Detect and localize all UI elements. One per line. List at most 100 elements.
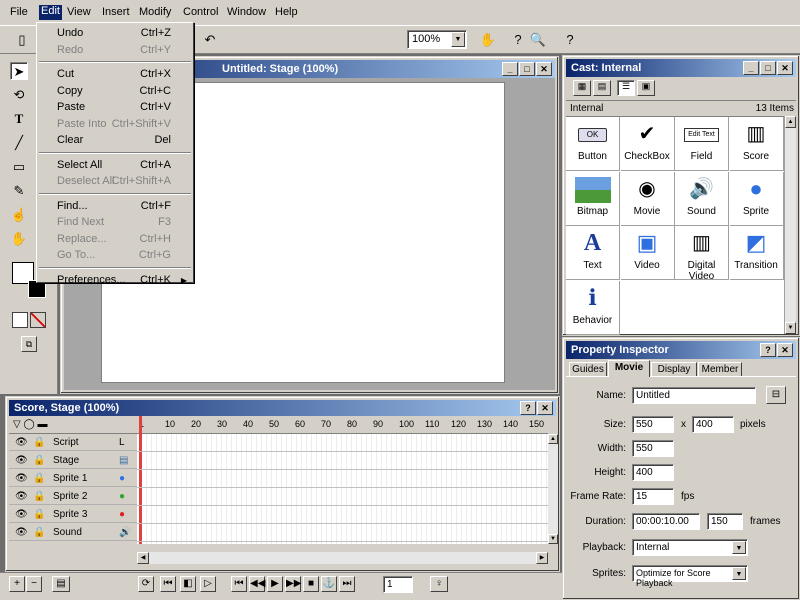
cast-member-field[interactable]: Edit Text Field — [675, 117, 729, 171]
help-icon[interactable]: ? — [520, 401, 536, 415]
menu-item-cut[interactable]: Cut Ctrl+X — [39, 66, 191, 83]
loop-icon[interactable]: ⟳ — [138, 576, 154, 592]
close-icon[interactable]: ✕ — [536, 62, 552, 76]
zoom-icon[interactable]: 🔍 — [528, 30, 548, 50]
menu-item-replace[interactable]: Replace... Ctrl+H — [39, 231, 191, 248]
menu-control[interactable]: Control — [183, 6, 218, 18]
cast-member-score[interactable]: ▥ Score — [729, 117, 784, 171]
pattern-icon[interactable] — [12, 312, 28, 328]
duration-field[interactable]: 00:00:10.00 — [632, 513, 700, 530]
size-width-field[interactable]: 550 — [632, 416, 674, 433]
maximize-icon[interactable]: □ — [519, 62, 535, 76]
minimize-icon[interactable]: _ — [502, 62, 518, 76]
menu-item-paste[interactable]: Paste Ctrl+V — [39, 99, 191, 116]
rectangle-tool-icon[interactable]: ▭ — [10, 158, 28, 176]
cast-member-video[interactable]: ▣ Video — [620, 226, 675, 280]
scroll-down-icon[interactable]: ▼ — [548, 534, 558, 544]
stop-icon[interactable]: ■ — [303, 576, 319, 592]
channel-sprite-1[interactable]: 👁 🔒 Sprite 1 ● — [9, 470, 137, 487]
cast-member-sprite[interactable]: ● Sprite — [729, 171, 784, 226]
lock-icon[interactable]: 🔒 — [33, 470, 45, 487]
cast-scrollbar[interactable]: ▲ ▼ — [784, 116, 796, 334]
play-icon[interactable]: ▶ — [267, 576, 283, 592]
minus-bar-icon[interactable]: ▬ — [37, 419, 47, 430]
keyframe-icon[interactable]: ♀ — [430, 576, 448, 592]
menu-item-deselect-all[interactable]: Deselect All Ctrl+Shift+A — [39, 173, 191, 190]
hand-tool-icon[interactable]: ✋ — [10, 230, 28, 248]
close-icon[interactable]: ✕ — [777, 61, 793, 75]
height-field[interactable]: 400 — [632, 464, 674, 481]
line-tool-icon[interactable]: ╱ — [10, 134, 28, 152]
width-field[interactable]: 550 — [632, 440, 674, 457]
line-weight-icon[interactable]: ⧉ — [21, 336, 37, 352]
question-icon[interactable]: ? — [508, 30, 528, 50]
channel-stage[interactable]: 👁 🔒 Stage ▤ — [9, 452, 137, 469]
menu-help[interactable]: Help — [275, 6, 298, 18]
menu-item-preferences[interactable]: Preferences... Ctrl+K ▶ — [39, 272, 191, 289]
menu-file[interactable]: File — [10, 6, 28, 18]
score-hscroll[interactable]: ◀ ▶ — [137, 552, 548, 564]
scroll-up-icon[interactable]: ▲ — [548, 434, 558, 444]
sprites-select[interactable]: Optimize for Score Playback ▼ — [632, 565, 748, 588]
tab-display[interactable]: Display — [651, 362, 697, 377]
menu-item-copy[interactable]: Copy Ctrl+C — [39, 83, 191, 100]
menu-insert[interactable]: Insert — [102, 6, 130, 18]
channel-script[interactable]: 👁 🔒 Script L — [9, 434, 137, 451]
maximize-icon[interactable]: □ — [760, 61, 776, 75]
menu-modify[interactable]: Modify — [139, 6, 171, 18]
menu-item-go-to[interactable]: Go To... Ctrl+G — [39, 247, 191, 264]
step-backward-icon[interactable]: ◀◀ — [249, 576, 265, 592]
cast-member-text[interactable]: A Text — [566, 226, 620, 280]
playback-select[interactable]: Internal ▼ — [632, 539, 748, 556]
lock-icon[interactable]: 🔒 — [33, 452, 45, 469]
scroll-right-icon[interactable]: ▶ — [536, 552, 548, 564]
close-icon[interactable]: ✕ — [537, 401, 553, 415]
visibility-icon[interactable]: 👁 — [15, 452, 28, 469]
cast-member-behavior[interactable]: ℹ Behavior — [566, 280, 620, 335]
frames-field[interactable]: 150 — [707, 513, 743, 530]
hand-icon[interactable]: ✋ — [478, 30, 498, 50]
list-view-icon[interactable]: ☰ — [617, 80, 635, 96]
cast-member-button[interactable]: OK Button — [566, 117, 620, 171]
tab-guides[interactable]: Guides — [569, 362, 607, 377]
help-icon[interactable]: ? — [760, 343, 776, 357]
scroll-left-icon[interactable]: ◀ — [137, 552, 149, 564]
visibility-icon[interactable]: 👁 — [15, 434, 28, 451]
visibility-icon[interactable]: 👁 — [15, 524, 28, 541]
rewind-frame-icon[interactable]: ⏮ — [160, 576, 176, 592]
score-grid[interactable] — [137, 416, 548, 544]
channel-sound[interactable]: 👁 🔒 Sound 🔊 — [9, 524, 137, 541]
cast-member-sound[interactable]: 🔊 Sound — [675, 171, 729, 226]
name-field[interactable]: Untitled — [632, 387, 756, 404]
visibility-icon[interactable]: 👁 — [15, 488, 28, 505]
close-icon[interactable]: ✕ — [777, 343, 793, 357]
channel-sprite-3[interactable]: 👁 🔒 Sprite 3 ● — [9, 506, 137, 523]
lock-icon[interactable]: 🔒 — [33, 524, 45, 541]
triangle-down-icon[interactable]: ▽ — [13, 419, 21, 430]
frame-rate-field[interactable]: 15 — [632, 488, 674, 505]
visibility-icon[interactable]: 👁 — [15, 506, 28, 523]
lock-icon[interactable]: 🔒 — [33, 506, 45, 523]
thumbnail-view-icon[interactable]: ▣ — [637, 80, 655, 96]
cast-member-bitmap[interactable]: Bitmap — [566, 171, 620, 226]
lock-icon[interactable]: 🔒 — [33, 488, 45, 505]
menu-edit[interactable]: Edit — [39, 5, 62, 20]
minimize-icon[interactable]: _ — [743, 61, 759, 75]
size-height-field[interactable]: 400 — [692, 416, 734, 433]
visibility-icon[interactable]: 👁 — [15, 470, 28, 487]
cast-member-movie[interactable]: ◉ Movie — [620, 171, 675, 226]
menu-item-undo[interactable]: Undo Ctrl+Z — [39, 25, 191, 42]
cast-member-digital-video[interactable]: ▥ Digital Video — [675, 226, 729, 282]
anchor-icon[interactable]: ⚓ — [321, 576, 337, 592]
remove-channel-icon[interactable]: − — [26, 576, 42, 592]
step-forward-fast-icon[interactable]: ▶▶ — [285, 576, 301, 592]
add-channel-icon[interactable]: + — [9, 576, 25, 592]
lock-icon[interactable]: 🔒 — [33, 434, 45, 451]
menu-item-clear[interactable]: Clear Del — [39, 132, 191, 149]
cast-member-transition[interactable]: ◩ Transition — [729, 226, 784, 280]
pencil-tool-icon[interactable]: ✎ — [10, 182, 28, 200]
undo-icon[interactable]: ↶ — [200, 30, 220, 50]
step-forward-icon[interactable]: ▷ — [200, 576, 216, 592]
ellipse-icon[interactable]: ◯ — [23, 419, 34, 430]
scroll-down-icon[interactable]: ▼ — [785, 322, 796, 334]
